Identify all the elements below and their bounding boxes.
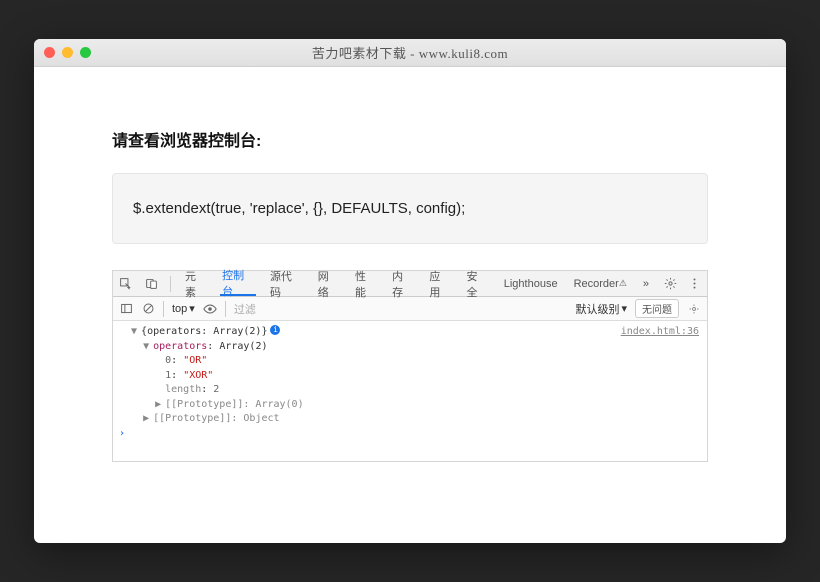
level-selector[interactable]: 默认级别 ▾ bbox=[575, 301, 627, 317]
settings-icon[interactable] bbox=[663, 277, 677, 291]
console-subbar: top ▾ 过滤 默认级别 ▾ 无问题 bbox=[113, 297, 707, 321]
clear-icon[interactable] bbox=[141, 302, 155, 316]
console-line[interactable]: 0: "OR" bbox=[119, 354, 701, 369]
settings-small-icon[interactable] bbox=[687, 302, 701, 316]
issues-badge[interactable]: 无问题 bbox=[635, 299, 679, 318]
sidebar-toggle-icon[interactable] bbox=[119, 302, 133, 316]
page-heading: 请查看浏览器控制台: bbox=[112, 127, 708, 151]
chevron-down-icon: ▾ bbox=[621, 302, 627, 315]
source-link[interactable]: index.html:36 bbox=[621, 325, 699, 340]
tab-元素[interactable]: 元素 bbox=[183, 271, 208, 296]
separator bbox=[225, 301, 226, 317]
code-block: $.extendext(true, 'replace', {}, DEFAULT… bbox=[112, 173, 708, 244]
tab-控制台[interactable]: 控制台 bbox=[220, 271, 256, 296]
tab-lighthouse[interactable]: Lighthouse bbox=[502, 271, 560, 296]
console-line[interactable]: 1: "XOR" bbox=[119, 369, 701, 384]
inspect-icon[interactable] bbox=[119, 277, 132, 291]
chevron-down-icon: ▾ bbox=[189, 302, 195, 315]
device-icon[interactable] bbox=[144, 277, 157, 291]
minimize-icon[interactable] bbox=[62, 47, 73, 58]
console-line[interactable]: length: 2 bbox=[119, 383, 701, 398]
context-label: top bbox=[172, 303, 187, 315]
window-title: 苦力吧素材下载 - www.kuli8.com bbox=[34, 43, 786, 62]
devtools-tabs: 元素控制台源代码网络性能内存应用安全 Lighthouse Recorder ⚠ » bbox=[113, 271, 707, 297]
console-output: index.html:36 ▼{operators: Array(2)}i ▼o… bbox=[113, 321, 707, 461]
filter-input[interactable]: 过滤 bbox=[234, 301, 256, 317]
more-icon[interactable] bbox=[687, 277, 701, 291]
eye-icon[interactable] bbox=[203, 302, 217, 316]
separator bbox=[170, 276, 171, 292]
tab-recorder[interactable]: Recorder ⚠ bbox=[572, 271, 629, 296]
tab-性能[interactable]: 性能 bbox=[353, 271, 378, 296]
separator bbox=[163, 301, 164, 317]
level-label: 默认级别 bbox=[575, 301, 619, 317]
more-tabs-icon[interactable]: » bbox=[641, 271, 651, 296]
tab-安全[interactable]: 安全 bbox=[465, 271, 490, 296]
titlebar: 苦力吧素材下载 - www.kuli8.com bbox=[34, 39, 786, 67]
browser-window: 苦力吧素材下载 - www.kuli8.com 请查看浏览器控制台: $.ext… bbox=[34, 39, 786, 543]
tab-源代码[interactable]: 源代码 bbox=[268, 271, 304, 296]
tab-应用[interactable]: 应用 bbox=[427, 271, 452, 296]
console-prompt[interactable]: › bbox=[119, 427, 701, 442]
tab-内存[interactable]: 内存 bbox=[390, 271, 415, 296]
page-content: 请查看浏览器控制台: $.extendext(true, 'replace', … bbox=[34, 67, 786, 543]
console-line[interactable]: ▶[[Prototype]]: Array(0) bbox=[119, 398, 701, 413]
context-selector[interactable]: top ▾ bbox=[172, 302, 195, 315]
window-controls bbox=[44, 47, 91, 58]
console-line[interactable]: ▼operators: Array(2) bbox=[119, 340, 701, 355]
close-icon[interactable] bbox=[44, 47, 55, 58]
devtools-panel: 元素控制台源代码网络性能内存应用安全 Lighthouse Recorder ⚠ » bbox=[112, 270, 708, 462]
console-line[interactable]: ▼{operators: Array(2)}i bbox=[119, 325, 701, 340]
maximize-icon[interactable] bbox=[80, 47, 91, 58]
tab-网络[interactable]: 网络 bbox=[316, 271, 341, 296]
console-line[interactable]: ▶[[Prototype]]: Object bbox=[119, 412, 701, 427]
